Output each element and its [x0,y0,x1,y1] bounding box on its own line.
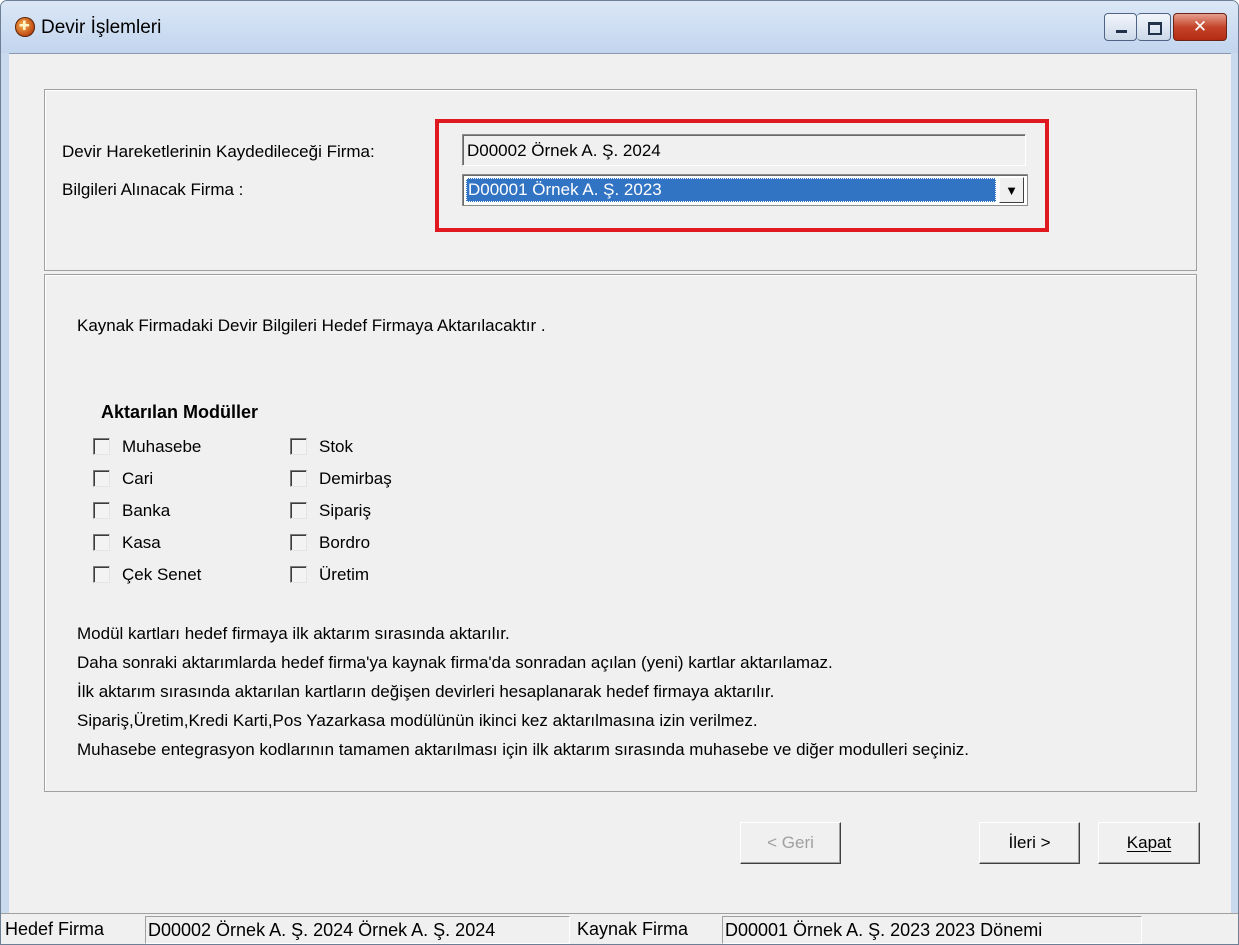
checkbox-label: Stok [319,437,354,456]
dialog-client-area: Devir Hareketlerinin Kaydedileceği Firma… [9,53,1231,934]
checkbox-box[interactable] [93,502,110,519]
maximize-button[interactable] [1137,13,1171,41]
intro-text: Kaynak Firmadaki Devir Bilgileri Hedef F… [77,316,546,335]
checkbox-label: Muhasebe [122,437,202,456]
checkbox-label: Demirbaş [319,469,392,488]
minimize-icon [1116,30,1127,33]
back-button[interactable]: < Geri [740,822,841,864]
close-button-label: Kapat [1126,833,1172,852]
checkbox-box[interactable] [290,470,307,487]
highlight-box [435,119,1049,232]
checkbox-box[interactable] [290,438,307,455]
status-bar: Hedef Firma D00002 Örnek A. Ş. 2024 Örne… [1,913,1238,944]
close-window-button[interactable]: ✕ [1173,13,1227,41]
status-source-label: Kaynak Firma [577,919,689,939]
checkbox-label: Kasa [122,533,161,552]
checkbox-label: Üretim [319,565,370,584]
note-line: Sipariş,Üretim,Kredi Karti,Pos Yazarkasa… [77,711,758,730]
source-firm-label: Bilgileri Alınacak Firma : [62,180,244,199]
note-line: İlk aktarım sırasında aktarılan kartları… [77,682,775,701]
checkbox-box[interactable] [93,470,110,487]
checkbox-box[interactable] [93,566,110,583]
checkbox-box[interactable] [93,438,110,455]
checkbox-box[interactable] [290,502,307,519]
close-button[interactable]: Kapat [1098,822,1200,864]
checkbox-label: Banka [122,501,171,520]
modules-title: Aktarılan Modüller [101,402,259,422]
maximize-icon [1148,22,1162,35]
devir-islemleri-window: Devir İşlemleri ✕ Devir Hareketlerinin K… [0,0,1239,945]
checkbox-label: Cari [122,469,154,488]
window-title: Devir İşlemleri [41,17,162,38]
note-line: Muhasebe entegrasyon kodlarının tamamen … [77,740,969,759]
checkbox-box[interactable] [290,534,307,551]
status-source-value: D00001 Örnek A. Ş. 2023 2023 Dönemi [722,916,1142,944]
title-bar[interactable]: Devir İşlemleri ✕ [1,1,1238,53]
status-target-label: Hedef Firma [5,919,105,939]
checkbox-box[interactable] [290,566,307,583]
checkbox-label: Bordro [319,533,371,552]
app-icon [15,17,35,37]
close-icon: ✕ [1192,17,1208,36]
checkbox-label: Sipariş [319,501,371,520]
next-button[interactable]: İleri > [979,822,1080,864]
target-firm-label: Devir Hareketlerinin Kaydedileceği Firma… [62,142,375,161]
checkbox-label: Çek Senet [122,565,202,584]
minimize-button[interactable] [1104,13,1137,41]
checkbox-box[interactable] [93,534,110,551]
note-line: Daha sonraki aktarımlarda hedef firma'ya… [77,653,833,672]
note-line: Modül kartları hedef firmaya ilk aktarım… [77,624,510,643]
status-target-value: D00002 Örnek A. Ş. 2024 Örnek A. Ş. 2024 [145,916,570,944]
